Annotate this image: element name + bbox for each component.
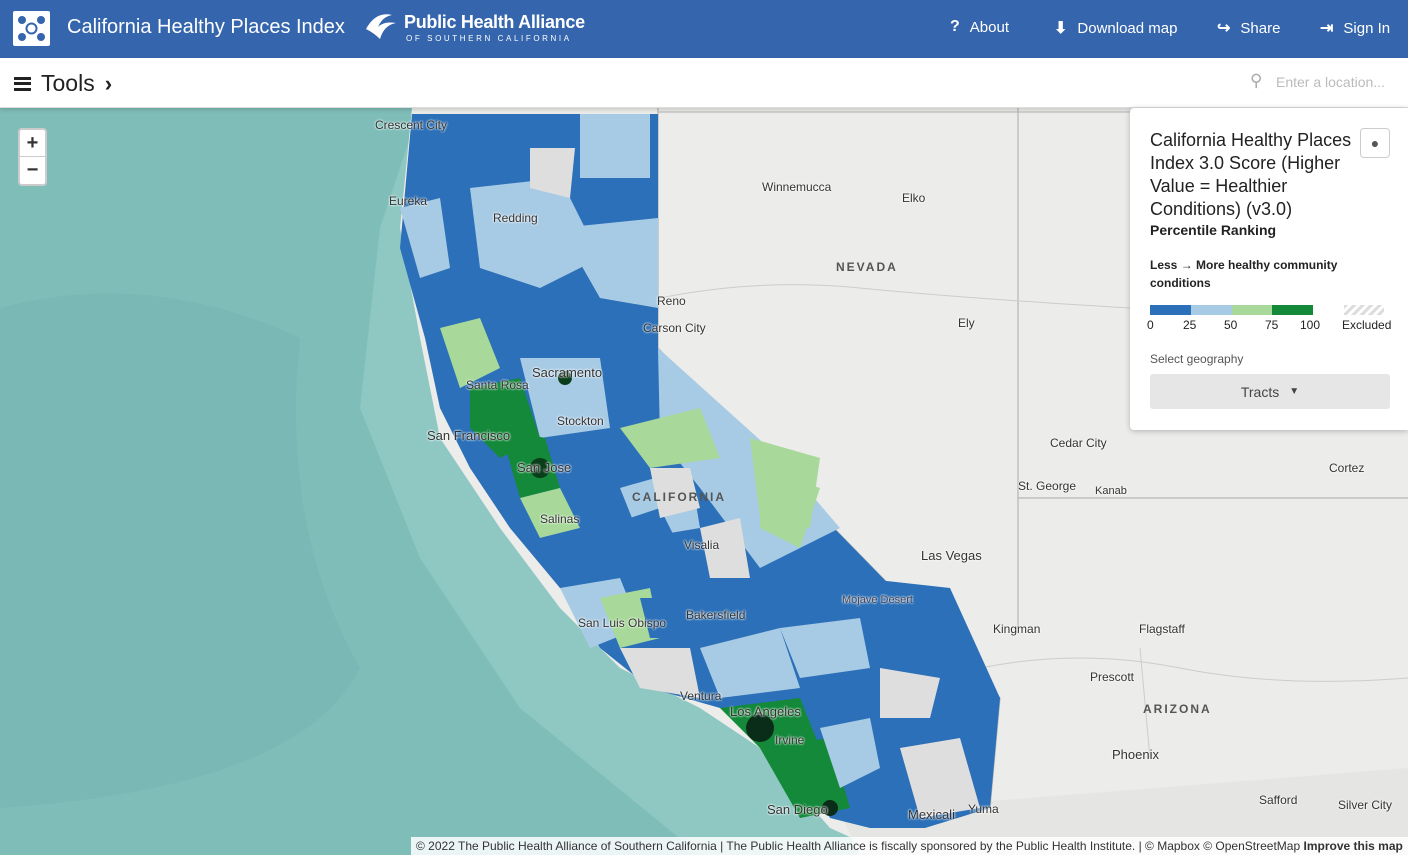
tools-label: Tools xyxy=(41,70,95,96)
sign-in-icon: ⇥ xyxy=(1320,20,1334,37)
place-label: Cedar City xyxy=(1050,436,1107,450)
place-label: Redding xyxy=(493,211,538,225)
hpi-logo-icon[interactable] xyxy=(13,11,50,46)
about-button[interactable]: ? About xyxy=(950,18,1009,36)
scale-tick: 50 xyxy=(1224,318,1238,332)
pha-subtitle: OF SOUTHERN CALIFORNIA xyxy=(406,34,572,43)
scale-tick: 25 xyxy=(1183,318,1197,332)
improve-map-link[interactable]: Improve this map xyxy=(1303,839,1402,853)
place-label: Stockton xyxy=(557,414,604,428)
place-label: Las Vegas xyxy=(921,548,982,563)
app-title[interactable]: California Healthy Places Index xyxy=(67,16,345,39)
pha-logo[interactable]: Public Health Alliance OF SOUTHERN CALIF… xyxy=(362,9,592,49)
scale-segment xyxy=(1272,305,1313,315)
caret-down-icon: ▼ xyxy=(1289,386,1300,397)
share-button[interactable]: ↪ Share xyxy=(1217,18,1280,38)
toolbar: Tools › ⚲ xyxy=(0,58,1408,108)
place-label: Reno xyxy=(657,294,686,308)
geography-select[interactable]: Tracts ▼ xyxy=(1150,374,1390,409)
place-label: Safford xyxy=(1259,793,1298,807)
share-label: Share xyxy=(1240,19,1281,37)
place-label: Visalia xyxy=(684,538,720,552)
state-label: CALIFORNIA xyxy=(632,490,726,504)
about-label: About xyxy=(969,18,1009,36)
excluded-label: Excluded xyxy=(1342,318,1392,332)
sign-in-button[interactable]: ⇥ Sign In xyxy=(1320,18,1390,38)
place-label: Phoenix xyxy=(1112,747,1159,762)
scale-segment xyxy=(1232,305,1273,315)
place-label: San Francisco xyxy=(427,428,511,443)
place-label: San Jose xyxy=(517,460,572,475)
location-search-input[interactable] xyxy=(1276,68,1401,96)
place-label: Ely xyxy=(958,316,975,330)
legend-direction: Less → More healthy community conditions xyxy=(1150,256,1380,292)
top-navbar: California Healthy Places Index Public H… xyxy=(0,0,1408,58)
download-map-button[interactable]: ⬇ Download map xyxy=(1054,18,1177,38)
state-label: NEVADA xyxy=(836,260,898,274)
place-label: Flagstaff xyxy=(1139,622,1185,636)
place-label: Yuma xyxy=(968,802,999,816)
geography-label: Select geography xyxy=(1150,352,1244,366)
download-icon: ⬇ xyxy=(1054,20,1068,37)
direction-less: Less xyxy=(1150,258,1178,272)
place-label: Elko xyxy=(902,191,926,205)
question-icon: ? xyxy=(950,18,960,35)
scale-tick: 75 xyxy=(1265,318,1279,332)
place-label: Silver City xyxy=(1338,798,1393,812)
place-label: Ventura xyxy=(680,689,722,703)
place-label: St. George xyxy=(1018,479,1077,493)
palette-icon: ● xyxy=(1370,135,1380,151)
place-label: Carson City xyxy=(643,321,706,335)
chevron-right-icon: › xyxy=(104,70,113,96)
place-label: Salinas xyxy=(540,512,580,526)
hamburger-icon xyxy=(14,76,31,91)
geography-value: Tracts xyxy=(1240,383,1280,400)
place-label: Kingman xyxy=(993,622,1041,636)
zoom-control: + − xyxy=(18,128,47,186)
arrow-right-icon: → xyxy=(1180,258,1193,272)
search-icon: ⚲ xyxy=(1250,71,1263,90)
place-label: Bakersfield xyxy=(686,608,746,622)
place-label: Mojave Desert xyxy=(842,594,913,606)
scale-segment xyxy=(1150,305,1191,315)
indicator-title: California Healthy Places Index 3.0 Scor… xyxy=(1150,130,1352,219)
palette-button[interactable]: ● xyxy=(1360,128,1390,158)
place-label: Prescott xyxy=(1090,670,1135,684)
sign-in-label: Sign In xyxy=(1343,19,1391,37)
legend-panel: California Healthy Places Index 3.0 Scor… xyxy=(1130,108,1408,430)
place-label: Crescent City xyxy=(375,118,448,132)
place-label: Sacramento xyxy=(532,365,603,380)
excluded-swatch xyxy=(1344,305,1384,315)
place-label: Eureka xyxy=(389,194,428,208)
place-label: Irvine xyxy=(775,733,805,747)
pha-emblem-icon xyxy=(366,14,396,39)
scale-tick: 100 xyxy=(1300,318,1321,332)
share-icon: ↪ xyxy=(1217,20,1231,37)
download-map-label: Download map xyxy=(1077,19,1178,37)
scale-segment xyxy=(1191,305,1232,315)
scale-tick: 0 xyxy=(1147,318,1154,332)
attribution-text: © 2022 The Public Health Alliance of Sou… xyxy=(416,839,1301,853)
place-label: Santa Rosa xyxy=(466,378,529,392)
place-label: Cortez xyxy=(1329,461,1365,475)
tools-button[interactable]: Tools › xyxy=(14,70,112,97)
legend-subtitle: Percentile Ranking xyxy=(1150,222,1277,238)
state-label: ARIZONA xyxy=(1143,702,1212,716)
zoom-out-button[interactable]: − xyxy=(20,157,45,184)
place-label: San Diego xyxy=(767,802,828,817)
place-label: Los Angeles xyxy=(730,704,801,719)
place-label: Kanab xyxy=(1095,485,1127,497)
pha-title: Public Health Alliance xyxy=(404,12,585,32)
map-attribution: © 2022 The Public Health Alliance of Sou… xyxy=(411,837,1408,855)
direction-more: More healthy community conditions xyxy=(1150,258,1338,290)
place-label: Mexicali xyxy=(908,807,955,822)
place-label: Winnemucca xyxy=(762,180,832,194)
zoom-in-button[interactable]: + xyxy=(20,130,45,157)
place-label: San Luis Obispo xyxy=(578,616,667,630)
